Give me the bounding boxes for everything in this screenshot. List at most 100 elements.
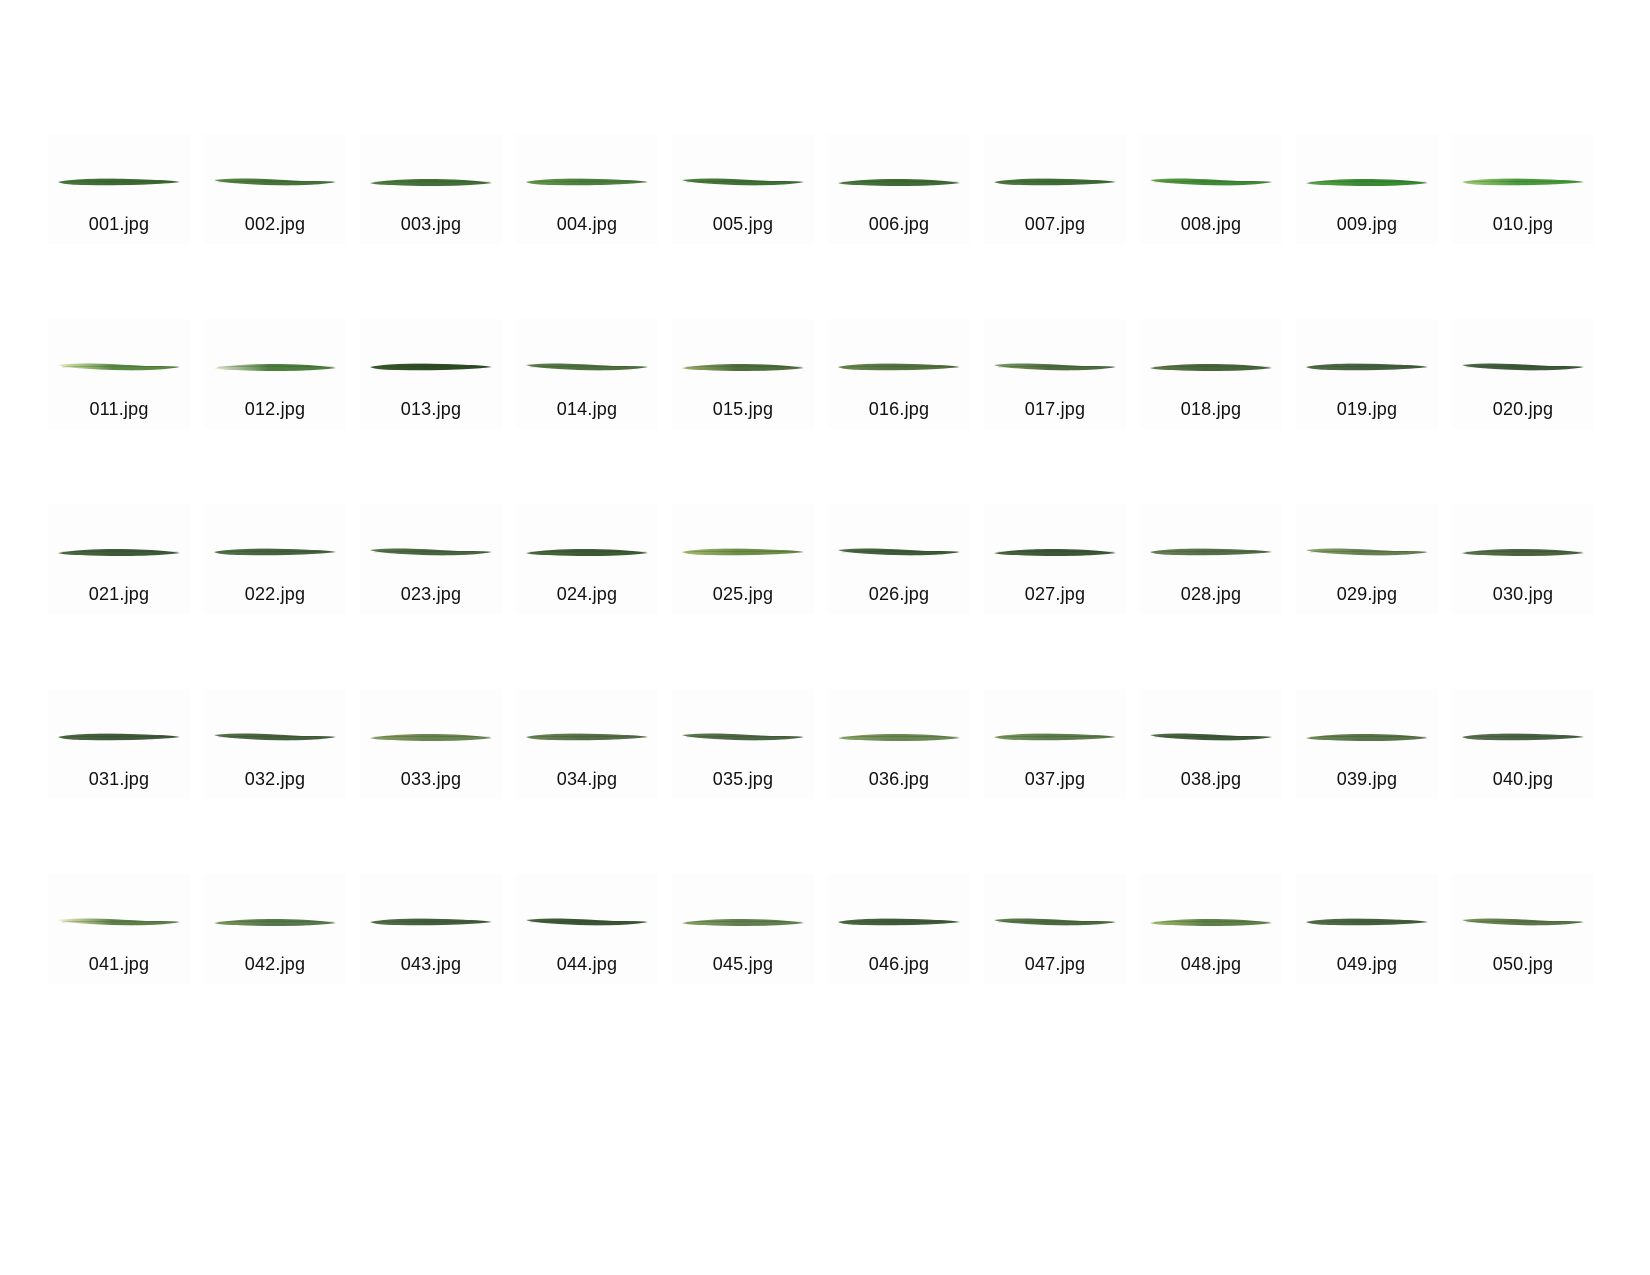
gallery-thumbnail[interactable]: 029.jpg [1296,504,1438,614]
leaf-shape [370,179,492,187]
thumbnail-filename: 024.jpg [556,584,618,604]
leaf-thumbnail-image [58,733,180,741]
gallery-thumbnail[interactable]: 041.jpg [48,874,190,984]
gallery-thumbnail[interactable]: 022.jpg [204,504,346,614]
gallery-thumbnail[interactable]: 039.jpg [1296,689,1438,799]
gallery-thumbnail[interactable]: 043.jpg [360,874,502,984]
thumbnail-filename: 007.jpg [1024,214,1086,234]
gallery-thumbnail[interactable]: 030.jpg [1452,504,1594,614]
gallery-thumbnail[interactable]: 018.jpg [1140,319,1282,429]
leaf-thumbnail-image [370,734,492,742]
gallery-thumbnail[interactable]: 048.jpg [1140,874,1282,984]
gallery-thumbnail[interactable]: 003.jpg [360,134,502,244]
leaf-thumbnail-image [682,548,804,556]
thumbnail-filename: 049.jpg [1336,954,1398,974]
leaf-thumbnail-image [838,734,960,742]
gallery-thumbnail[interactable]: 038.jpg [1140,689,1282,799]
gallery-thumbnail[interactable]: 031.jpg [48,689,190,799]
gallery-thumbnail[interactable]: 040.jpg [1452,689,1594,799]
leaf-thumbnail-image [1150,548,1272,556]
leaf-thumbnail-image [1306,548,1428,556]
gallery-thumbnail[interactable]: 047.jpg [984,874,1126,984]
thumbnail-filename: 015.jpg [712,399,774,419]
gallery-thumbnail[interactable]: 021.jpg [48,504,190,614]
gallery-thumbnail[interactable]: 025.jpg [672,504,814,614]
gallery-thumbnail[interactable]: 004.jpg [516,134,658,244]
gallery-thumbnail[interactable]: 035.jpg [672,689,814,799]
leaf-thumbnail-image [526,178,648,186]
thumbnail-filename: 012.jpg [244,399,306,419]
gallery-thumbnail[interactable]: 049.jpg [1296,874,1438,984]
leaf-thumbnail-image [370,918,492,926]
gallery-thumbnail[interactable]: 013.jpg [360,319,502,429]
gallery-thumbnail[interactable]: 015.jpg [672,319,814,429]
gallery-thumbnail[interactable]: 011.jpg [48,319,190,429]
thumbnail-filename: 045.jpg [712,954,774,974]
leaf-thumbnail-image [1150,919,1272,927]
thumbnail-filename: 026.jpg [868,584,930,604]
gallery-thumbnail[interactable]: 046.jpg [828,874,970,984]
gallery-thumbnail[interactable]: 014.jpg [516,319,658,429]
gallery-thumbnail[interactable]: 032.jpg [204,689,346,799]
thumbnail-filename: 048.jpg [1180,954,1242,974]
leaf-thumbnail-image [526,733,648,741]
leaf-thumbnail-image [1462,363,1584,371]
thumbnail-filename: 031.jpg [88,769,150,789]
leaf-shape [370,734,492,742]
gallery-thumbnail[interactable]: 010.jpg [1452,134,1594,244]
leaf-shape [838,179,960,187]
gallery-thumbnail[interactable]: 033.jpg [360,689,502,799]
leaf-thumbnail-image [1462,549,1584,557]
leaf-thumbnail-image [214,178,336,186]
leaf-thumbnail-image [682,733,804,741]
gallery-thumbnail[interactable]: 005.jpg [672,134,814,244]
gallery-thumbnail[interactable]: 001.jpg [48,134,190,244]
gallery-thumbnail[interactable]: 050.jpg [1452,874,1594,984]
gallery-thumbnail[interactable]: 036.jpg [828,689,970,799]
gallery-thumbnail[interactable]: 016.jpg [828,319,970,429]
thumbnail-filename: 034.jpg [556,769,618,789]
gallery-thumbnail[interactable]: 008.jpg [1140,134,1282,244]
thumbnail-filename: 036.jpg [868,769,930,789]
leaf-thumbnail-image [682,364,804,372]
gallery-thumbnail[interactable]: 037.jpg [984,689,1126,799]
gallery-thumbnail[interactable]: 044.jpg [516,874,658,984]
gallery-thumbnail[interactable]: 028.jpg [1140,504,1282,614]
thumbnail-filename: 032.jpg [244,769,306,789]
gallery-thumbnail[interactable]: 017.jpg [984,319,1126,429]
leaf-thumbnail-image [214,364,336,372]
leaf-shape [682,919,804,927]
leaf-shape [1150,919,1272,927]
gallery-thumbnail[interactable]: 024.jpg [516,504,658,614]
leaf-shape [994,549,1116,557]
thumbnail-filename: 020.jpg [1492,399,1554,419]
gallery-thumbnail[interactable]: 009.jpg [1296,134,1438,244]
leaf-shape [58,549,180,557]
gallery-thumbnail[interactable]: 026.jpg [828,504,970,614]
leaf-thumbnail-image [1462,733,1584,741]
leaf-thumbnail-image [58,918,180,926]
gallery-thumbnail[interactable]: 034.jpg [516,689,658,799]
leaf-thumbnail-image [370,548,492,556]
gallery-thumbnail[interactable]: 007.jpg [984,134,1126,244]
thumbnail-filename: 002.jpg [244,214,306,234]
gallery-thumbnail[interactable]: 002.jpg [204,134,346,244]
thumbnail-filename: 023.jpg [400,584,462,604]
leaf-thumbnail-image [1306,918,1428,926]
gallery-thumbnail[interactable]: 045.jpg [672,874,814,984]
gallery-thumbnail[interactable]: 006.jpg [828,134,970,244]
gallery-thumbnail[interactable]: 042.jpg [204,874,346,984]
leaf-shape [214,919,336,927]
gallery-thumbnail[interactable]: 027.jpg [984,504,1126,614]
thumbnail-filename: 025.jpg [712,584,774,604]
leaf-thumbnail-image [994,363,1116,371]
gallery-thumbnail[interactable]: 023.jpg [360,504,502,614]
leaf-shape [1150,364,1272,372]
thumbnail-filename: 011.jpg [89,399,149,419]
gallery-thumbnail[interactable]: 019.jpg [1296,319,1438,429]
leaf-thumbnail-image [58,549,180,557]
leaf-thumbnail-image [214,548,336,556]
gallery-thumbnail[interactable]: 012.jpg [204,319,346,429]
leaf-shape [682,364,804,372]
gallery-thumbnail[interactable]: 020.jpg [1452,319,1594,429]
